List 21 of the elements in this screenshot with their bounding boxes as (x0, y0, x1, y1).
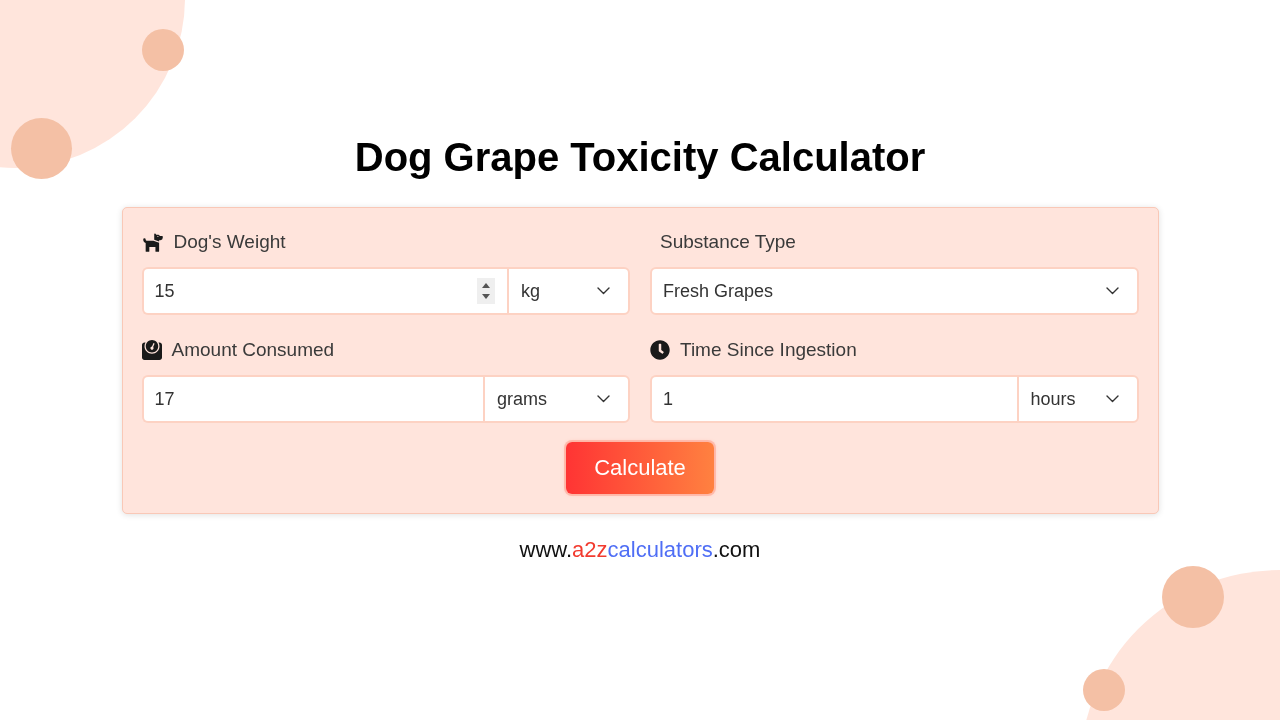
unit-dropdown[interactable]: hours (1016, 375, 1139, 423)
field-label: Substance Type (660, 231, 796, 253)
page-title: Dog Grape Toxicity Calculator (354, 134, 926, 181)
field-label: Time Since Ingestion (680, 339, 857, 361)
weighing-scale-icon (141, 340, 162, 360)
dog-icon (141, 231, 164, 253)
website-url-text: www.a2zcalculators.com (519, 537, 761, 563)
clock-icon (650, 340, 670, 360)
chevron-down-icon (1105, 395, 1119, 403)
number-input[interactable]: 15 (141, 267, 507, 315)
chevron-down-icon (1105, 287, 1119, 295)
field-label: Amount Consumed (171, 339, 335, 361)
stepper-arrows-icon[interactable] (477, 278, 495, 304)
field-label: Dog's Weight (173, 231, 286, 253)
chevron-down-icon (597, 287, 610, 295)
unit-dropdown[interactable]: kg (507, 267, 630, 315)
chevron-down-icon (597, 395, 610, 403)
unit-dropdown[interactable]: grams (483, 375, 630, 423)
text-input[interactable]: 1 (650, 375, 1017, 423)
select-dropdown[interactable]: Fresh Grapes (650, 267, 1139, 315)
text-input[interactable]: 17 (141, 375, 483, 423)
